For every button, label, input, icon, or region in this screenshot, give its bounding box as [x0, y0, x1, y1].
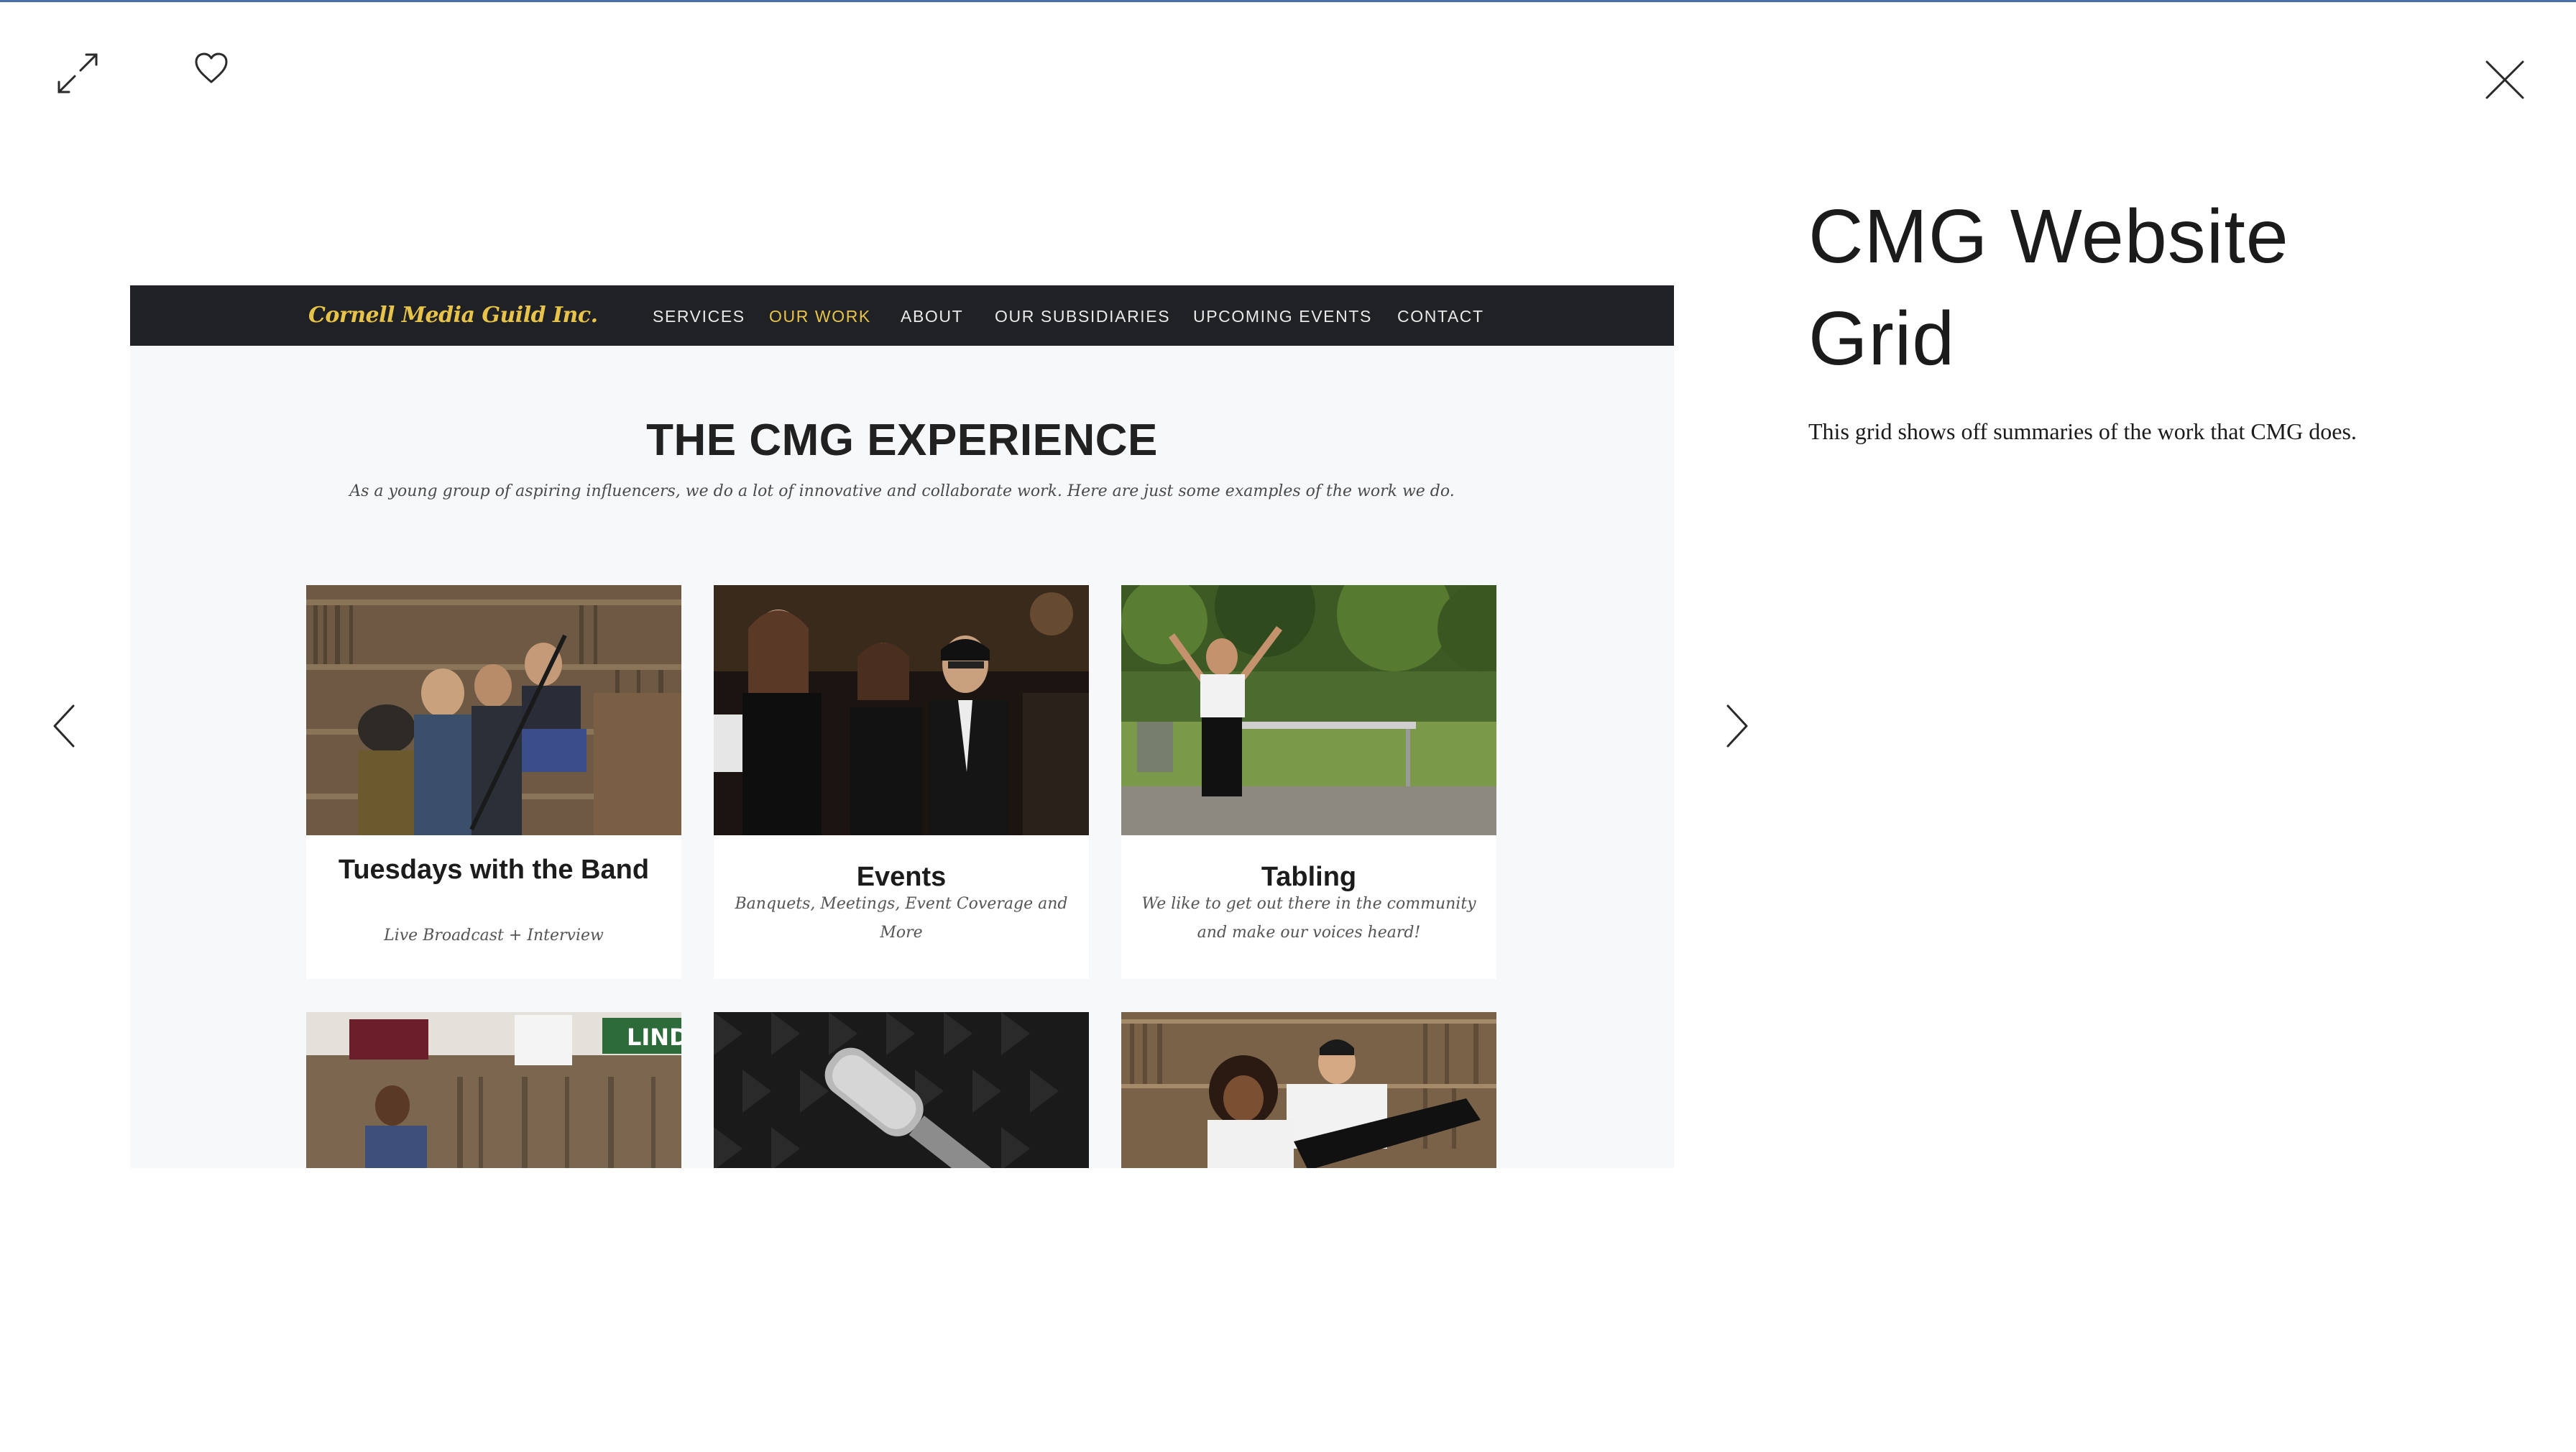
work-card-studio: LIND — [306, 1012, 681, 1168]
site-navbar: Cornell Media Guild Inc. SERVICES OUR WO… — [130, 285, 1674, 346]
detail-description: This grid shows off summaries of the wor… — [1808, 418, 2357, 444]
duo-in-record-library-photo — [1121, 1012, 1496, 1168]
work-card-band: Tuesdays with the Band Live Broadcast + … — [306, 585, 681, 979]
chevron-right-icon[interactable] — [1724, 703, 1749, 749]
chevron-left-icon[interactable] — [52, 703, 78, 749]
students-at-event-photo — [714, 585, 1089, 835]
band-in-record-library-photo — [306, 585, 681, 835]
dj-in-studio-photo: LIND — [306, 1012, 681, 1168]
website-screenshot: Cornell Media Guild Inc. SERVICES OUR WO… — [130, 285, 1674, 1168]
site-heading: THE CMG EXPERIENCE — [646, 415, 1158, 465]
nav-our-subsidiaries: OUR SUBSIDIARIES — [995, 307, 1171, 326]
tabling-outdoors-photo — [1121, 585, 1496, 835]
work-card-duo — [1121, 1012, 1496, 1168]
expand-arrows-icon[interactable] — [55, 50, 101, 96]
work-card-microphone — [714, 1012, 1089, 1168]
nav-our-work: OUR WORK — [769, 307, 871, 326]
heart-outline-icon[interactable] — [194, 52, 229, 85]
card-title: Events — [856, 862, 947, 892]
card-title: Tabling — [1261, 862, 1357, 892]
close-x-icon[interactable] — [2484, 59, 2526, 101]
svg-text:LIND: LIND — [627, 1024, 681, 1051]
detail-title: CMG Website Grid — [1808, 194, 2289, 381]
microphone-photo — [714, 1012, 1089, 1168]
site-intro: As a young group of aspiring influencers… — [349, 482, 1455, 500]
card-subtitle: Live Broadcast + Interview — [384, 927, 604, 945]
card-subtitle: Banquets, Meetings, Event Coverage and M… — [735, 895, 1068, 942]
nav-about: ABOUT — [901, 307, 964, 326]
card-subtitle: We like to get out there in the communit… — [1141, 895, 1476, 942]
site-logo: Cornell Media Guild Inc. — [308, 303, 598, 328]
work-card-tabling: Tabling We like to get out there in the … — [1121, 585, 1496, 979]
nav-contact: CONTACT — [1397, 307, 1484, 326]
card-title: Tuesdays with the Band — [338, 855, 650, 885]
top-border-line — [0, 0, 2576, 2]
nav-upcoming-events: UPCOMING EVENTS — [1193, 307, 1372, 326]
nav-services: SERVICES — [653, 307, 745, 326]
work-card-events: Events Banquets, Meetings, Event Coverag… — [714, 585, 1089, 979]
